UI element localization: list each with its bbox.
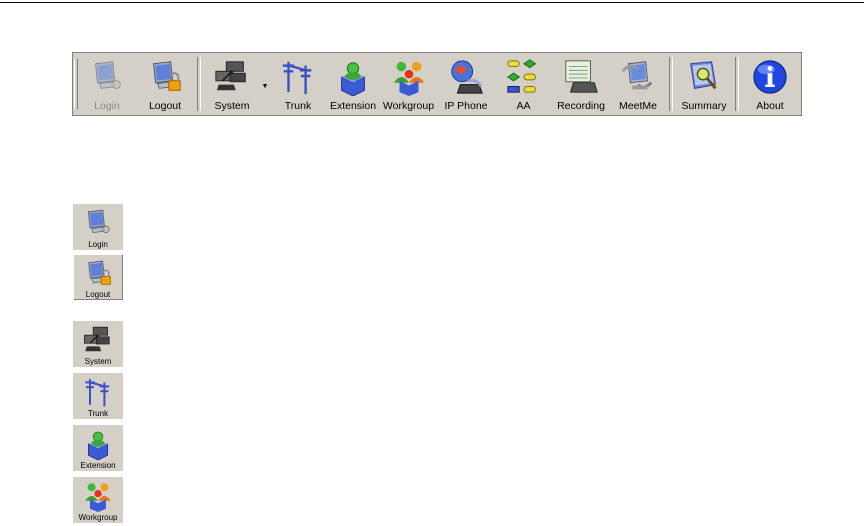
toolbar-login-label: Login <box>94 100 120 112</box>
sample-logout-button[interactable]: Logout <box>73 254 123 300</box>
toolbar-extension-label: Extension <box>329 100 377 112</box>
toolbar-separator <box>197 57 201 111</box>
top-rule <box>0 2 864 3</box>
sample-login-button[interactable]: Login <box>73 204 123 250</box>
workgroup-icon <box>82 480 114 512</box>
toolbar-login-button[interactable]: Login <box>78 53 136 115</box>
system-icon <box>213 58 251 96</box>
trunk-icon <box>279 58 317 96</box>
toolbar-aa-label: AA <box>516 100 531 112</box>
login-icon <box>88 58 126 96</box>
toolbar-recording-button[interactable]: Recording <box>552 53 610 115</box>
toolbar-separator <box>735 57 739 111</box>
system-icon <box>82 324 114 356</box>
logout-icon <box>82 258 114 289</box>
toolbar-summary-label: Summary <box>681 100 727 112</box>
ip-phone-icon <box>447 58 485 96</box>
sample-login-label: Login <box>88 240 108 249</box>
sample-extension-button[interactable]: Extension <box>73 425 123 471</box>
sample-system-label: System <box>84 357 112 366</box>
logout-icon <box>146 58 184 96</box>
trunk-icon <box>82 376 114 408</box>
toolbar-ip-phone-label: IP Phone <box>444 100 488 112</box>
workgroup-icon <box>390 58 428 96</box>
toolbar-extension-button[interactable]: Extension <box>326 53 380 115</box>
toolbar-meetme-label: MeetMe <box>619 100 657 112</box>
sample-trunk-label: Trunk <box>87 409 109 418</box>
toolbar-system-label: System <box>214 100 250 112</box>
toolbar-trunk-button[interactable]: Trunk <box>270 53 326 115</box>
login-icon <box>82 207 114 239</box>
toolbar-trunk-label: Trunk <box>284 100 312 112</box>
toolbar-ip-phone-button[interactable]: IP Phone <box>437 53 495 115</box>
extension-icon <box>334 58 372 96</box>
toolbar-separator <box>669 57 673 111</box>
toolbar-meetme-button[interactable]: MeetMe <box>610 53 666 115</box>
main-toolbar: Login Logout System ▼ Trunk Extension Wo… <box>72 52 802 116</box>
sample-logout-label: Logout <box>85 290 111 299</box>
sample-system-button[interactable]: System <box>73 321 123 367</box>
summary-icon <box>685 58 723 96</box>
sample-trunk-button[interactable]: Trunk <box>73 373 123 419</box>
about-icon <box>751 58 789 96</box>
toolbar-recording-label: Recording <box>557 100 605 112</box>
toolbar-summary-button[interactable]: Summary <box>676 53 732 115</box>
toolbar-aa-button[interactable]: AA <box>495 53 552 115</box>
sample-workgroup-label: Workgroup <box>78 513 118 522</box>
recording-icon <box>562 58 600 96</box>
toolbar-workgroup-label: Workgroup <box>382 100 435 112</box>
toolbar-system-button[interactable]: System <box>204 53 260 115</box>
toolbar-about-label: About <box>756 100 784 112</box>
system-dropdown-arrow-icon[interactable]: ▼ <box>260 53 270 115</box>
sample-workgroup-button[interactable]: Workgroup <box>73 477 123 523</box>
aa-icon <box>505 58 543 96</box>
extension-icon <box>82 428 114 460</box>
sample-extension-label: Extension <box>80 461 116 470</box>
toolbar-workgroup-button[interactable]: Workgroup <box>380 53 437 115</box>
meetme-icon <box>619 58 657 96</box>
toolbar-logout-label: Logout <box>148 100 182 112</box>
toolbar-about-button[interactable]: About <box>742 53 798 115</box>
toolbar-logout-button[interactable]: Logout <box>136 53 194 115</box>
